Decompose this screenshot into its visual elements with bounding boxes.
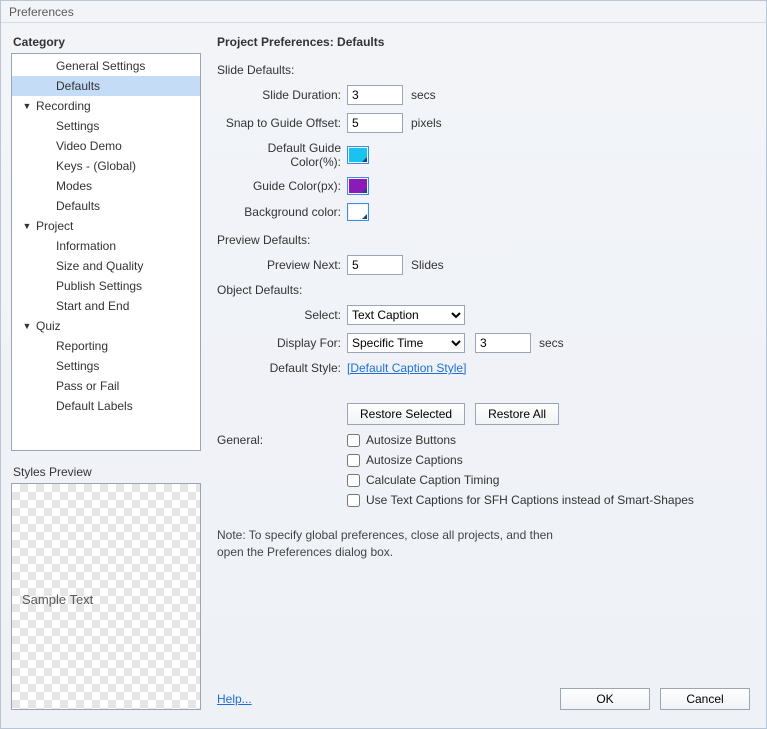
tree-item-label: Keys - (Global) [56, 159, 136, 173]
tree-item-information[interactable]: Information [12, 236, 200, 256]
window-body: Category General SettingsDefaults▼Record… [1, 23, 766, 728]
tree-item-keys-global-[interactable]: Keys - (Global) [12, 156, 200, 176]
calc-caption-timing-label: Calculate Caption Timing [366, 473, 499, 487]
tree-item-project[interactable]: ▼Project [12, 216, 200, 236]
tree-item-label: Project [36, 219, 73, 233]
slide-defaults-title: Slide Defaults: [217, 63, 756, 77]
slide-duration-unit: secs [411, 88, 436, 102]
tree-item-default-labels[interactable]: Default Labels [12, 396, 200, 416]
category-heading: Category [13, 35, 201, 49]
preview-next-unit: Slides [411, 258, 444, 272]
tree-item-general-settings[interactable]: General Settings [12, 56, 200, 76]
ok-button[interactable]: OK [560, 688, 650, 710]
tree-item-settings[interactable]: Settings [12, 356, 200, 376]
autosize-buttons-label: Autosize Buttons [366, 433, 456, 447]
display-for-label: Display For: [217, 336, 347, 350]
display-for-combo[interactable]: Specific Time [347, 333, 465, 353]
preview-next-input[interactable] [347, 255, 403, 275]
right-column: Project Preferences: Defaults Slide Defa… [217, 33, 756, 710]
autosize-buttons-checkbox[interactable] [347, 434, 360, 447]
tree-item-label: Start and End [56, 299, 129, 313]
guide-color-pct-swatch[interactable] [347, 146, 369, 164]
default-style-label: Default Style: [217, 361, 347, 375]
object-defaults-title: Object Defaults: [217, 283, 756, 297]
tree-item-label: Information [56, 239, 116, 253]
tree-item-settings[interactable]: Settings [12, 116, 200, 136]
tree-item-label: Pass or Fail [56, 379, 119, 393]
dialog-footer: Help... OK Cancel [217, 688, 756, 710]
use-text-captions-checkbox[interactable] [347, 494, 360, 507]
snap-offset-unit: pixels [411, 116, 442, 130]
tree-item-label: Settings [56, 359, 99, 373]
general-title: General: [217, 433, 347, 447]
object-select-combo[interactable]: Text Caption [347, 305, 465, 325]
guide-color-pct-label: Default Guide Color(%): [217, 141, 347, 169]
tree-item-video-demo[interactable]: Video Demo [12, 136, 200, 156]
tree-item-label: Defaults [56, 79, 100, 93]
autosize-captions-label: Autosize Captions [366, 453, 463, 467]
tree-item-label: Video Demo [56, 139, 122, 153]
guide-color-px-swatch[interactable] [347, 177, 369, 195]
help-link[interactable]: Help... [217, 692, 252, 706]
display-for-seconds-input[interactable] [475, 333, 531, 353]
left-column: Category General SettingsDefaults▼Record… [11, 33, 201, 710]
restore-all-button[interactable]: Restore All [475, 403, 559, 425]
slide-duration-input[interactable] [347, 85, 403, 105]
tree-item-label: Defaults [56, 199, 100, 213]
disclosure-triangle-icon[interactable]: ▼ [20, 321, 34, 331]
styles-preview-box: Sample Text [11, 483, 201, 710]
tree-item-label: Reporting [56, 339, 108, 353]
page-title: Project Preferences: Defaults [217, 35, 756, 49]
window-title: Preferences [1, 1, 766, 23]
guide-color-px-label: Guide Color(px): [217, 179, 347, 193]
tree-item-defaults[interactable]: Defaults [12, 196, 200, 216]
preview-next-label: Preview Next: [217, 258, 347, 272]
tree-item-modes[interactable]: Modes [12, 176, 200, 196]
preferences-note: Note: To specify global preferences, clo… [217, 527, 577, 561]
cancel-button[interactable]: Cancel [660, 688, 750, 710]
disclosure-triangle-icon[interactable]: ▼ [20, 101, 34, 111]
tree-item-recording[interactable]: ▼Recording [12, 96, 200, 116]
tree-item-reporting[interactable]: Reporting [12, 336, 200, 356]
disclosure-triangle-icon[interactable]: ▼ [20, 221, 34, 231]
tree-item-size-and-quality[interactable]: Size and Quality [12, 256, 200, 276]
sample-text: Sample Text [22, 592, 93, 607]
autosize-captions-checkbox[interactable] [347, 454, 360, 467]
tree-item-label: Settings [56, 119, 99, 133]
tree-item-label: Size and Quality [56, 259, 143, 273]
background-color-label: Background color: [217, 205, 347, 219]
styles-preview-label: Styles Preview [13, 465, 201, 479]
use-text-captions-label: Use Text Captions for SFH Captions inste… [366, 493, 694, 507]
slide-duration-label: Slide Duration: [217, 88, 347, 102]
tree-item-publish-settings[interactable]: Publish Settings [12, 276, 200, 296]
display-for-unit: secs [539, 336, 564, 350]
restore-selected-button[interactable]: Restore Selected [347, 403, 465, 425]
tree-item-defaults[interactable]: Defaults [12, 76, 200, 96]
category-tree[interactable]: General SettingsDefaults▼RecordingSettin… [11, 53, 201, 451]
tree-item-pass-or-fail[interactable]: Pass or Fail [12, 376, 200, 396]
tree-item-label: General Settings [56, 59, 145, 73]
tree-item-label: Publish Settings [56, 279, 142, 293]
object-select-label: Select: [217, 308, 347, 322]
snap-offset-input[interactable] [347, 113, 403, 133]
tree-item-start-and-end[interactable]: Start and End [12, 296, 200, 316]
background-color-swatch[interactable] [347, 203, 369, 221]
default-style-link[interactable]: [Default Caption Style] [347, 361, 466, 375]
tree-item-label: Default Labels [56, 399, 133, 413]
tree-item-label: Modes [56, 179, 92, 193]
preview-defaults-title: Preview Defaults: [217, 233, 756, 247]
calc-caption-timing-checkbox[interactable] [347, 474, 360, 487]
tree-item-label: Quiz [36, 319, 61, 333]
tree-item-quiz[interactable]: ▼Quiz [12, 316, 200, 336]
tree-item-label: Recording [36, 99, 91, 113]
snap-offset-label: Snap to Guide Offset: [217, 116, 347, 130]
preferences-window: Preferences Category General Settings Def… [0, 0, 767, 729]
